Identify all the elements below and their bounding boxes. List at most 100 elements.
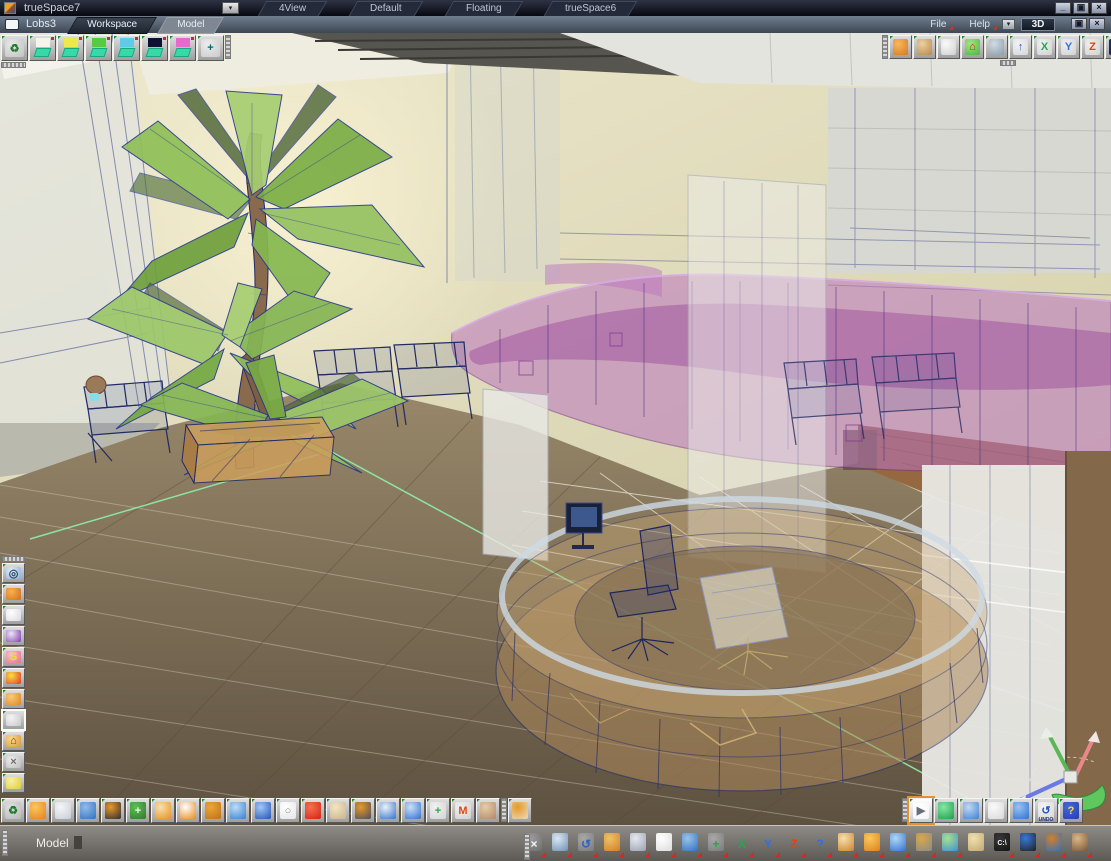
- paint-object-icon[interactable]: [151, 798, 175, 823]
- tab-model[interactable]: Model: [156, 17, 225, 34]
- scene-slot-white[interactable]: [29, 35, 56, 61]
- scene-slot-green[interactable]: [85, 35, 112, 61]
- grid-axis-icon[interactable]: [912, 830, 936, 857]
- home-view-icon[interactable]: ⌂: [961, 35, 984, 59]
- layout-tab-floating[interactable]: Floating: [444, 1, 523, 16]
- wireframe-cube-icon[interactable]: [913, 35, 936, 59]
- paint-face-icon[interactable]: [101, 798, 125, 823]
- lasso-icon[interactable]: ○: [276, 798, 300, 823]
- scene-slot-yellow[interactable]: [57, 35, 84, 61]
- script-icon[interactable]: S: [2, 647, 25, 667]
- close-button[interactable]: ×: [1091, 2, 1107, 14]
- grid-plane-icon[interactable]: [959, 798, 983, 823]
- delete-scene-icon[interactable]: ♻: [1, 35, 28, 61]
- command-prompt[interactable]: Model: [36, 836, 82, 850]
- axis-z-icon[interactable]: Z: [1081, 35, 1104, 59]
- viewport-3d[interactable]: [0, 33, 1111, 826]
- link-editor-icon[interactable]: [1016, 830, 1040, 857]
- widget-tool-icon[interactable]: [548, 830, 572, 857]
- toolbar-grip[interactable]: [902, 798, 908, 822]
- menu-file[interactable]: File: [930, 19, 954, 30]
- airbrush-icon[interactable]: [76, 798, 100, 823]
- menu-dropdown-button[interactable]: ▾: [1002, 19, 1015, 30]
- save-icon[interactable]: [626, 830, 650, 857]
- layout-tab-default[interactable]: Default: [348, 1, 424, 16]
- object-axes-icon[interactable]: +: [426, 798, 450, 823]
- planter-object[interactable]: [181, 416, 335, 485]
- collaborate-icon[interactable]: [1042, 830, 1066, 857]
- pane-close-button[interactable]: ×: [1089, 18, 1105, 30]
- menu-help[interactable]: Help: [969, 19, 997, 30]
- add-material-icon[interactable]: +: [126, 798, 150, 823]
- sweep-tool-icon[interactable]: ↺: [574, 830, 598, 857]
- render-view-icon[interactable]: [985, 35, 1008, 59]
- restore-button[interactable]: ▣: [1073, 2, 1089, 14]
- display-slab[interactable]: [482, 388, 549, 562]
- title-dropdown-button[interactable]: ▾: [222, 2, 239, 14]
- primitives-icon[interactable]: [2, 605, 25, 625]
- pan-view-icon[interactable]: +: [1105, 35, 1111, 59]
- rough-shader-icon[interactable]: [201, 798, 225, 823]
- environment-sphere-icon[interactable]: [401, 798, 425, 823]
- axis-x-icon[interactable]: X: [1033, 35, 1056, 59]
- toolbar-grip[interactable]: [501, 798, 507, 822]
- delete-material-icon[interactable]: ♻: [1, 798, 25, 823]
- toolbar-grip[interactable]: [225, 35, 231, 59]
- draw-pencil-icon[interactable]: [251, 798, 275, 823]
- reception-desk-object[interactable]: [495, 496, 989, 798]
- palette-icon[interactable]: [326, 798, 350, 823]
- layout-tab-4view[interactable]: 4View: [257, 1, 328, 16]
- zoom-scene-icon[interactable]: ◎: [2, 563, 25, 583]
- z-constraint-icon[interactable]: Z: [782, 830, 806, 857]
- bake-texture-icon[interactable]: [351, 798, 375, 823]
- toolbar-grip[interactable]: [524, 834, 530, 860]
- toolbar-grip[interactable]: [1, 62, 26, 68]
- material-rainbow-icon[interactable]: [2, 668, 25, 688]
- undo-icon[interactable]: ↺ UNDO: [1034, 798, 1058, 823]
- scene-home-icon[interactable]: ⌂: [2, 731, 25, 751]
- add-scene-icon[interactable]: +: [197, 35, 224, 61]
- grab-tool-icon[interactable]: [834, 830, 858, 857]
- pane-restore-button[interactable]: ▣: [1071, 18, 1087, 30]
- object-box-tool-icon[interactable]: [600, 830, 624, 857]
- cube-tool-icon[interactable]: [652, 830, 676, 857]
- render-image-icon[interactable]: [938, 830, 962, 857]
- toolbar-slider[interactable]: [1000, 60, 1016, 66]
- checker-flag-icon[interactable]: [376, 798, 400, 823]
- query-tool-icon[interactable]: ?: [808, 830, 832, 857]
- layout-tab-truespace6[interactable]: trueSpace6: [543, 1, 638, 16]
- actor-head-icon[interactable]: [476, 798, 500, 823]
- sphere-tool-icon[interactable]: [860, 830, 884, 857]
- cone-tool-icon[interactable]: [886, 830, 910, 857]
- deform-icon[interactable]: [2, 626, 25, 646]
- uv-editor-icon[interactable]: [226, 798, 250, 823]
- erase-material-icon[interactable]: [176, 798, 200, 823]
- annotate-icon[interactable]: [2, 773, 25, 793]
- walk-view-icon[interactable]: ↑: [1009, 35, 1032, 59]
- spray-tool-icon[interactable]: [678, 830, 702, 857]
- minimize-button[interactable]: _: [1055, 2, 1071, 14]
- border-select-icon[interactable]: [937, 35, 960, 59]
- x-constraint-icon[interactable]: X: [730, 830, 754, 857]
- scene-canvas[interactable]: [0, 33, 1111, 826]
- bend-surface-icon[interactable]: [301, 798, 325, 823]
- point-edit-icon[interactable]: [2, 584, 25, 604]
- scene-slot-magenta[interactable]: [169, 35, 196, 61]
- axis-y-icon[interactable]: Y: [1057, 35, 1080, 59]
- statusbar-grip[interactable]: [2, 830, 8, 856]
- pick-material-icon[interactable]: [51, 798, 75, 823]
- utilities-icon[interactable]: ×: [2, 752, 25, 772]
- model-library-icon[interactable]: [1, 709, 26, 731]
- toolbar-grip[interactable]: [2, 556, 25, 562]
- console-icon[interactable]: C:\: [990, 830, 1014, 857]
- plane-in-box-icon[interactable]: [984, 798, 1008, 823]
- library-panel-icon[interactable]: [964, 830, 988, 857]
- plugin-icon[interactable]: [508, 798, 532, 823]
- scene-document-tab[interactable]: Lobs3: [26, 18, 56, 30]
- y-constraint-icon[interactable]: Y: [756, 830, 780, 857]
- toolbar-grip[interactable]: [882, 35, 888, 59]
- scene-slot-cyan[interactable]: [113, 35, 140, 61]
- open-cube-icon[interactable]: [934, 798, 958, 823]
- material-sphere-icon[interactable]: [26, 798, 50, 823]
- unwrap-box-icon[interactable]: [2, 689, 25, 709]
